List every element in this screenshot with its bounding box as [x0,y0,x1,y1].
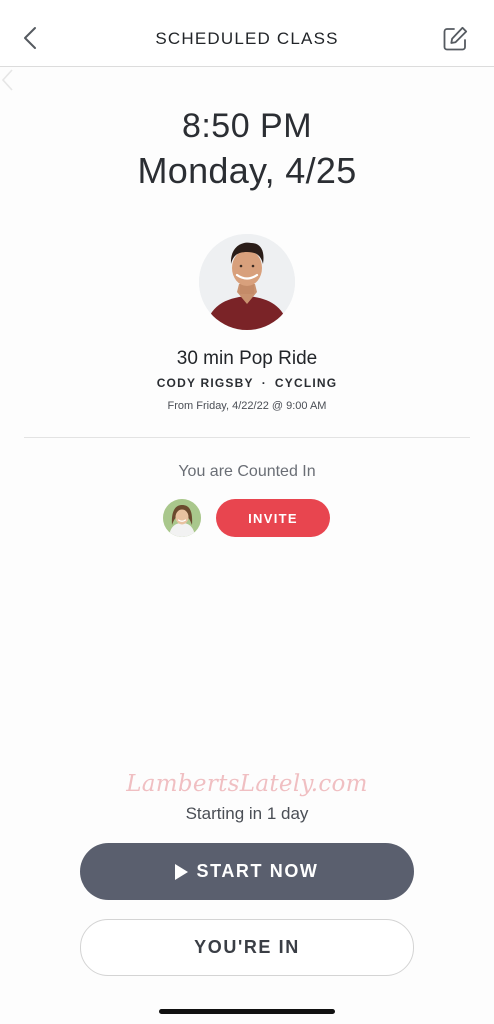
instructor-name: CODY RIGSBY [156,376,254,390]
class-original-date: From Friday, 4/22/22 @ 9:00 AM [167,400,327,412]
class-meta: CODY RIGSBY · CYCLING [0,376,494,390]
page-title: SCHEDULED CLASS [155,29,339,48]
start-now-label: START NOW [196,861,319,881]
start-now-button[interactable]: START NOW [80,843,414,900]
invite-button[interactable]: INVITE [216,499,330,537]
scheduled-date: Monday, 4/25 [137,150,357,191]
instructor-avatar [199,234,295,330]
instructor-photo [199,234,295,330]
class-discipline: CYCLING [274,376,338,390]
class-title: 30 min Pop Ride [176,348,318,369]
starting-countdown: Starting in 1 day [185,804,309,823]
user-photo [163,499,201,537]
watermark: LambertsLately.com [126,771,368,797]
attendance-status: You are Counted In [178,463,316,480]
edit-button[interactable] [440,24,470,54]
top-nav-bar: SCHEDULED CLASS [0,0,494,67]
scheduled-class-screen: SCHEDULED CLASS 8:50 PM Monday, 4/25 30 … [0,0,494,1024]
faded-chevron-left-icon [1,69,13,91]
youre-in-button[interactable]: YOU'RE IN [80,919,414,976]
play-icon [175,863,189,880]
meta-separator: · [261,376,267,390]
scheduled-time: 8:50 PM [181,107,313,145]
user-avatar[interactable] [163,499,201,537]
section-divider [24,437,470,438]
edit-icon [443,26,468,51]
home-indicator[interactable] [159,1009,335,1014]
